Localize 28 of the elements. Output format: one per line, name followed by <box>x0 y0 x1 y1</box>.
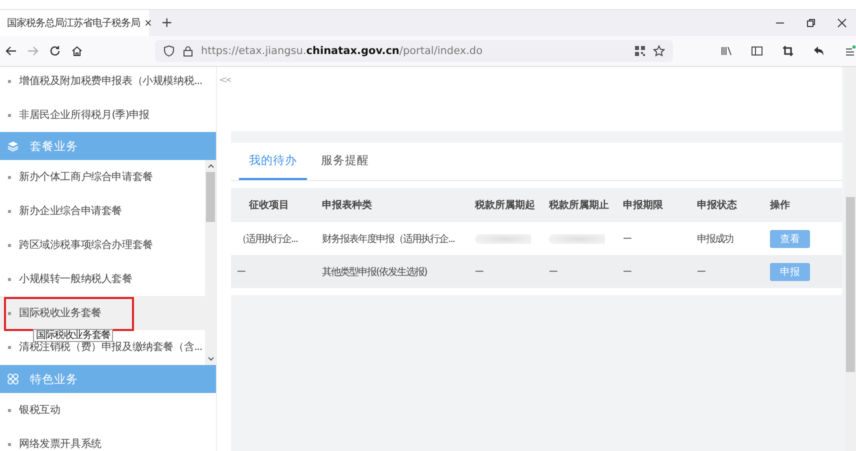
table-cell-text: --- <box>548 266 558 277</box>
menu-item[interactable]: 跨区域涉税事项综合办理套餐 <box>0 228 205 262</box>
column-header: 操作 <box>768 198 791 212</box>
new-tab-button[interactable]: + <box>161 15 173 31</box>
table-cell-text: --- <box>474 266 484 277</box>
tooltip: 国际税收业务套餐 <box>33 329 114 342</box>
menu-item[interactable]: 新办企业综合申请套餐 <box>0 194 205 228</box>
tab[interactable]: 服务提醒 <box>311 143 379 180</box>
table-cell-text: --- <box>622 233 632 244</box>
table-cell-text: （适用执行企... <box>236 232 299 246</box>
column-header: 申报期限 <box>622 198 664 212</box>
table-cell-text: --- <box>236 266 246 277</box>
menu-item[interactable]: 小规模转一般纳税人套餐 <box>0 262 205 296</box>
table-cell-text: --- <box>622 266 632 277</box>
table-cell-text: 其他类型申报(依发生选报) <box>321 266 428 278</box>
address-bar[interactable]: https://etax.jiangsu.chinatax.gov.cn/portal/index.do <box>155 40 673 62</box>
table-cell-text: 财务报表年度申报（适用执行企... <box>321 232 456 246</box>
column-header: 申报状态 <box>696 198 738 212</box>
table-cell-text: --- <box>696 266 706 277</box>
menu-item[interactable]: 非居民企业所得税月(季)申报 <box>0 98 216 132</box>
menu-item[interactable]: 网络发票开具系统 <box>0 427 216 451</box>
column-header: 申报表种类 <box>321 198 373 212</box>
menu-item[interactable]: 增值税及附加税费申报表（小规模纳税... <box>0 67 216 98</box>
menu-item[interactable]: 银税互动 <box>0 393 216 427</box>
table-cell-text: 申报成功 <box>696 232 734 246</box>
close-tab-button[interactable]: × <box>144 18 152 28</box>
column-header: 征收项目 <box>248 198 290 212</box>
menu-item[interactable]: 新办个体工商户综合申请套餐 <box>0 160 205 194</box>
